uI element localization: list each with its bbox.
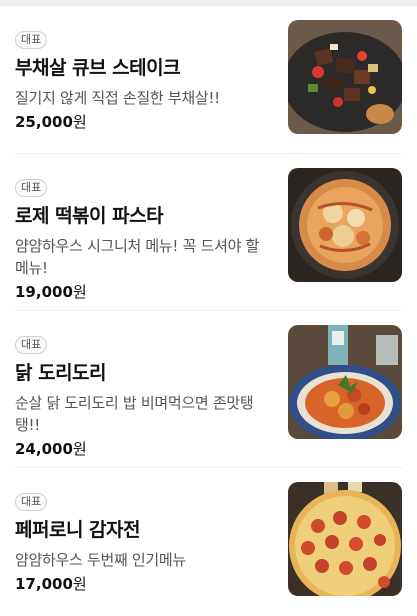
signature-badge: 대표 (15, 179, 48, 197)
pepperoni-potato-pancake-photo[interactable] (288, 482, 402, 596)
signature-badge: 대표 (15, 336, 48, 354)
menu-item-rose-pasta[interactable]: 대표 로제 떡볶이 파스타 얌얌하우스 시그니처 메뉴! 꼭 드셔야 할 메뉴!… (15, 154, 402, 311)
menu-item-text: 대표 페퍼로니 감자전 얌얌하우스 두번째 인기메뉴 17,000원 (15, 490, 265, 595)
price-value: 19,000 (15, 283, 73, 301)
menu-item-price: 24,000원 (15, 438, 265, 460)
price-currency: 원 (72, 575, 87, 593)
menu-item-text: 대표 부채살 큐브 스테이크 질기지 않게 직접 손질한 부채살!! 25,00… (15, 28, 265, 133)
price-currency: 원 (72, 113, 87, 131)
price-value: 17,000 (15, 575, 73, 593)
menu-item-price: 19,000원 (15, 281, 265, 303)
menu-item-price: 17,000원 (15, 573, 265, 595)
menu-item-text: 대표 닭 도리도리 순살 닭 도리도리 밥 비며먹으면 존맛탱탱!! 24,00… (15, 333, 265, 460)
menu-item-name: 부채살 큐브 스테이크 (15, 57, 181, 79)
menu-item-name: 페퍼로니 감자전 (15, 519, 140, 541)
price-value: 25,000 (15, 113, 73, 131)
rose-pasta-photo[interactable] (288, 168, 402, 282)
menu-item-steak[interactable]: 대표 부채살 큐브 스테이크 질기지 않게 직접 손질한 부채살!! 25,00… (15, 6, 402, 154)
menu-item-pepperoni-potato-pancake[interactable]: 대표 페퍼로니 감자전 얌얌하우스 두번째 인기메뉴 17,000원 (15, 468, 402, 616)
price-currency: 원 (72, 440, 87, 458)
menu-item-name: 로제 떡볶이 파스타 (15, 205, 164, 227)
chicken-stew-photo[interactable] (288, 325, 402, 439)
signature-badge: 대표 (15, 493, 48, 511)
menu-item-description: 얌얌하우스 시그니처 메뉴! 꼭 드셔야 할 메뉴! (15, 237, 260, 277)
menu-item-description: 질기지 않게 직접 손질한 부채살!! (15, 89, 220, 107)
menu-item-name: 닭 도리도리 (15, 362, 107, 384)
price-value: 24,000 (15, 440, 73, 458)
menu-list: 대표 부채살 큐브 스테이크 질기지 않게 직접 손질한 부채살!! 25,00… (0, 6, 417, 616)
menu-item-description: 순살 닭 도리도리 밥 비며먹으면 존맛탱탱!! (15, 394, 254, 434)
menu-item-text: 대표 로제 떡볶이 파스타 얌얌하우스 시그니처 메뉴! 꼭 드셔야 할 메뉴!… (15, 176, 265, 303)
menu-item-price: 25,000원 (15, 111, 265, 133)
steak-photo[interactable] (288, 20, 402, 134)
menu-item-description: 얌얌하우스 두번째 인기메뉴 (15, 551, 186, 569)
price-currency: 원 (72, 283, 87, 301)
signature-badge: 대표 (15, 31, 48, 49)
menu-item-chicken-stew[interactable]: 대표 닭 도리도리 순살 닭 도리도리 밥 비며먹으면 존맛탱탱!! 24,00… (15, 311, 402, 468)
